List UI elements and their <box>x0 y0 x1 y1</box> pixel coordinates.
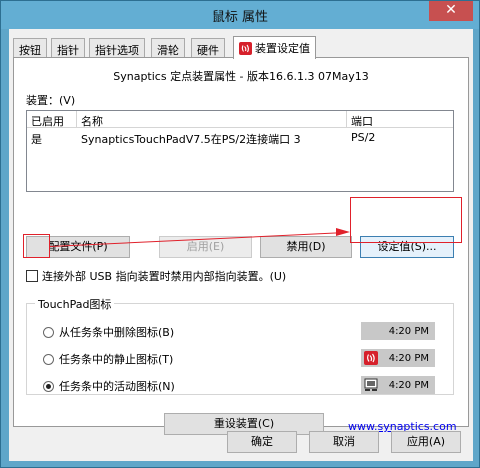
cancel-button[interactable]: 取消 <box>309 431 379 453</box>
checkbox-label: 连接外部 USB 指向装置时禁用内部指向装置。(U) <box>42 270 287 283</box>
device-list[interactable]: 已启用 名称 端口 是 SynapticsTouchPadV7.5在PS/2连接… <box>26 110 454 192</box>
radio-button-checked[interactable] <box>43 380 54 392</box>
tab-label: 装置设定值 <box>255 42 310 55</box>
list-item[interactable]: 是 SynapticsTouchPadV7.5在PS/2连接端口 3 PS/2 <box>27 128 453 146</box>
column-port[interactable]: 端口 <box>347 111 397 127</box>
group-title: TouchPad图标 <box>35 296 115 312</box>
driver-info: Synaptics 定点装置属性 - 版本16.6.1.3 07May13 <box>113 70 369 83</box>
synaptics-red-icon <box>364 351 378 365</box>
radio-static-icon[interactable]: 任务条中的静止图标(T) <box>43 351 173 367</box>
cell-port: PS/2 <box>351 131 376 144</box>
apply-button[interactable]: 应用(A) <box>391 431 461 453</box>
mouse-properties-window: 鼠标 属性 ✕ 按钮 指针 指针选项 滑轮 硬件 装置设定值 Synaptics… <box>0 0 480 468</box>
cell-enabled: 是 <box>31 133 42 146</box>
radio-remove-icon[interactable]: 从任务条中删除图标(B) <box>43 324 174 340</box>
tab-wheel[interactable]: 滑轮 <box>151 38 185 58</box>
tab-hardware[interactable]: 硬件 <box>191 38 225 58</box>
window-title: 鼠标 属性 <box>211 10 269 25</box>
radio-button[interactable] <box>43 353 54 365</box>
close-button[interactable]: ✕ <box>429 1 473 21</box>
tab-buttons[interactable]: 按钮 <box>13 38 47 58</box>
disable-internal-checkbox[interactable] <box>26 270 38 282</box>
radio-label: 任务条中的活动图标(N) <box>59 380 175 393</box>
annotation-arrow-head-icon <box>336 228 350 236</box>
ok-button[interactable]: 确定 <box>227 431 297 453</box>
tray-time: 4:20 PM <box>388 379 429 391</box>
tray-time: 4:20 PM <box>388 352 429 364</box>
touchpad-active-icon <box>364 378 378 391</box>
tray-preview-static: 4:20 PM <box>361 349 435 367</box>
disable-internal-checkbox-row[interactable]: 连接外部 USB 指向装置时禁用内部指向装置。(U) <box>26 268 286 284</box>
touchpad-icon-group: TouchPad图标 从任务条中删除图标(B) 4:20 PM 任务条中的静止图… <box>26 296 454 395</box>
annotation-box-checkbox <box>23 234 50 258</box>
tray-preview-none: 4:20 PM <box>361 322 435 340</box>
tray-preview-active: 4:20 PM <box>361 376 435 394</box>
annotation-box-settings <box>350 197 462 243</box>
devices-label: 装置：(V) <box>26 94 76 107</box>
radio-label: 从任务条中删除图标(B) <box>59 326 175 339</box>
radio-active-icon[interactable]: 任务条中的活动图标(N) <box>43 378 175 394</box>
column-name[interactable]: 名称 <box>77 111 347 127</box>
tab-pointer-options[interactable]: 指针选项 <box>89 38 145 58</box>
column-enabled[interactable]: 已启用 <box>27 111 77 127</box>
radio-label: 任务条中的静止图标(T) <box>59 353 174 366</box>
tray-time: 4:20 PM <box>388 325 429 337</box>
cell-name: SynapticsTouchPadV7.5在PS/2连接端口 3 <box>81 133 301 146</box>
close-icon: ✕ <box>445 2 457 18</box>
radio-button[interactable] <box>43 326 54 338</box>
list-header: 已启用 名称 端口 <box>27 111 453 128</box>
title-bar[interactable]: 鼠标 属性 ✕ <box>1 1 479 29</box>
tab-pointers[interactable]: 指针 <box>51 38 85 58</box>
disable-button[interactable]: 禁用(D) <box>260 236 352 258</box>
synaptics-icon <box>239 41 252 55</box>
tab-device-settings[interactable]: 装置设定值 <box>233 36 316 59</box>
